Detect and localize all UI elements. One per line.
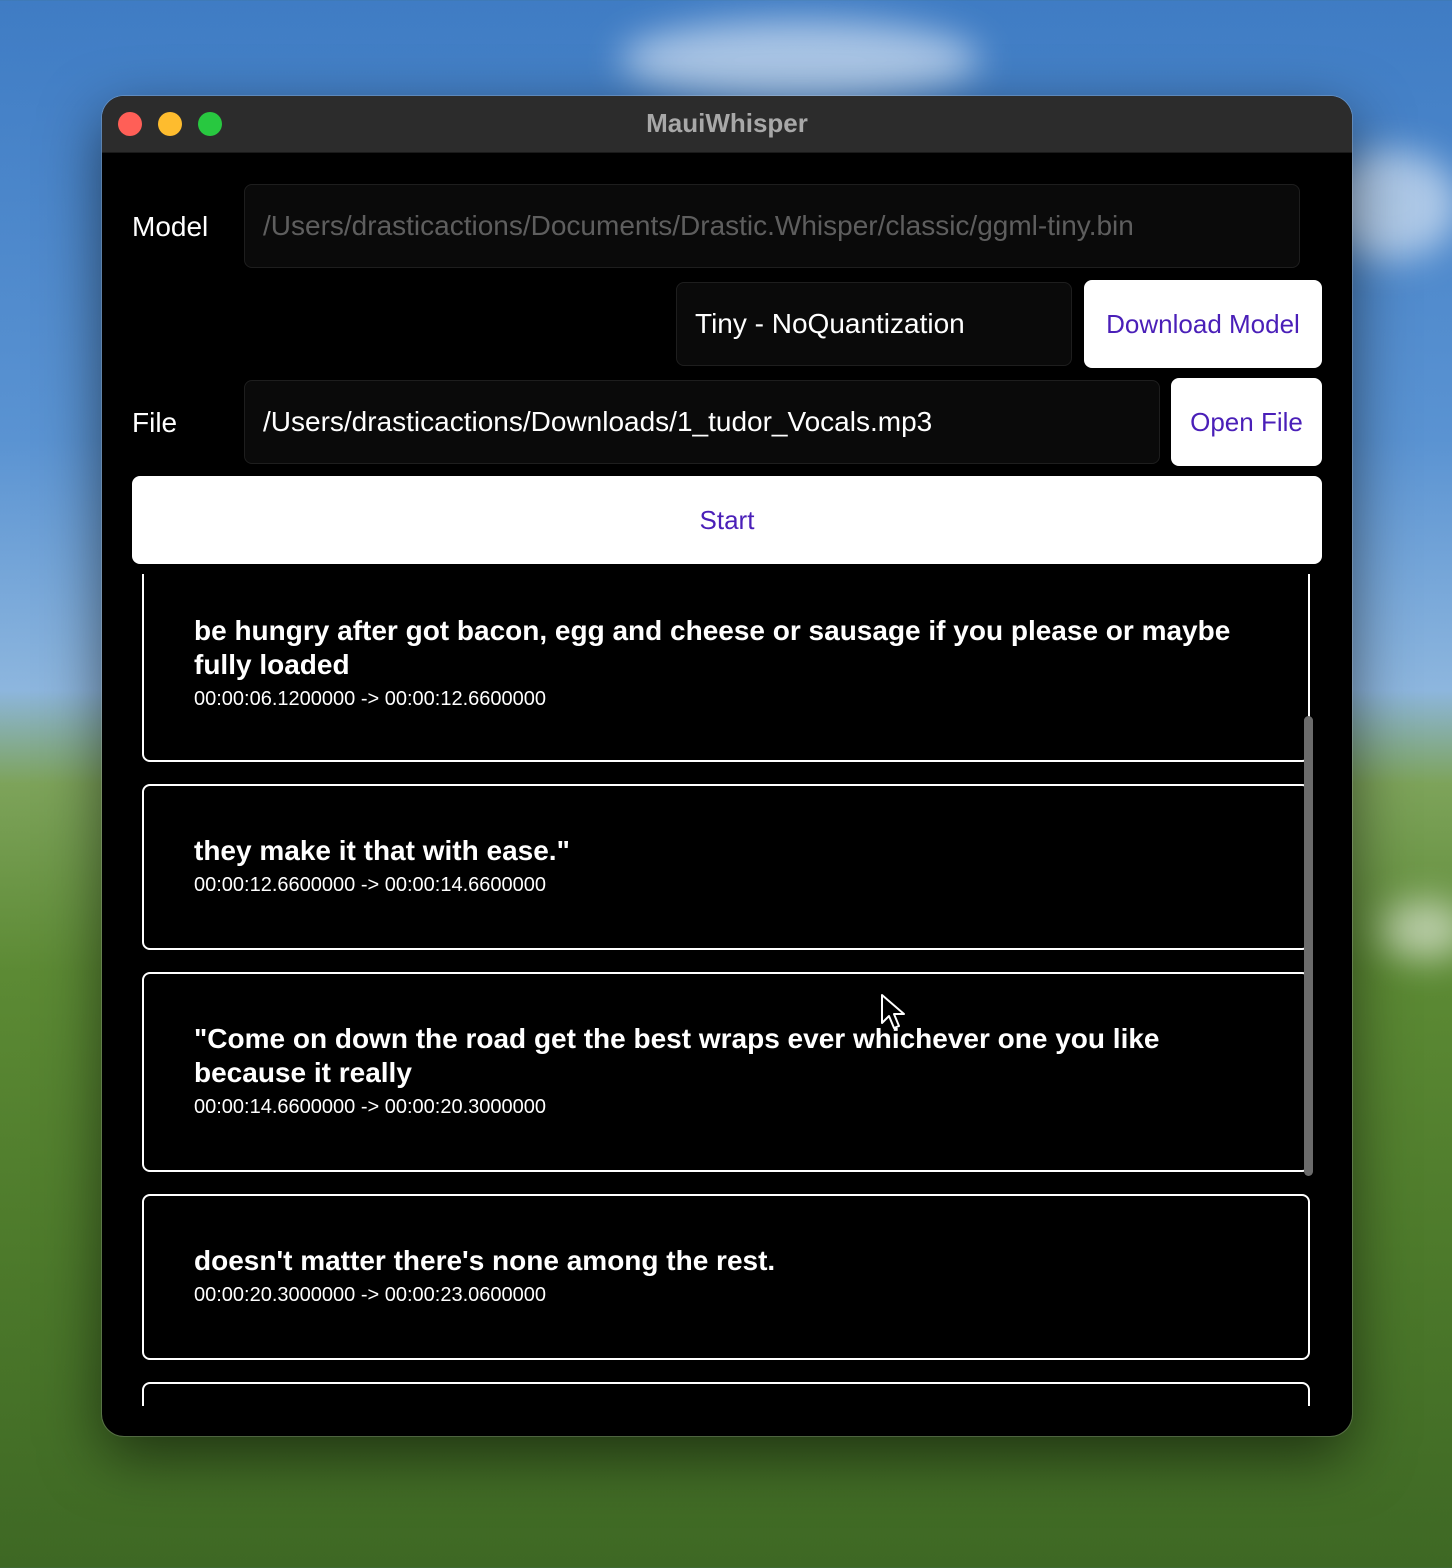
transcript-segment: they make it that with ease." 00:00:12.6…	[142, 784, 1310, 950]
segment-text: they make it that with ease."	[194, 835, 570, 866]
transcript-segment: doesn't matter there's none among the re…	[142, 1194, 1310, 1360]
transcript-segment: be hungry after got bacon, egg and chees…	[142, 574, 1310, 762]
download-model-button[interactable]: Download Model	[1084, 280, 1322, 368]
segment-text: doesn't matter there's none among the re…	[194, 1245, 776, 1276]
start-button[interactable]: Start	[132, 476, 1322, 564]
model-path-input[interactable]: /Users/drasticactions/Documents/Drastic.…	[244, 184, 1300, 268]
app-window: MauiWhisper Model /Users/drasticactions/…	[102, 96, 1352, 1436]
title-bar[interactable]: MauiWhisper	[102, 96, 1352, 153]
mouse-pointer-icon	[881, 994, 905, 1029]
transcript-segment: "Come on down the road get the best wrap…	[142, 972, 1310, 1172]
transcript-list[interactable]: be hungry after got bacon, egg and chees…	[132, 574, 1322, 1406]
segment-text: "Come on down the road get the best wrap…	[194, 1023, 1160, 1088]
model-select[interactable]: Tiny - NoQuantization	[676, 282, 1072, 366]
model-label: Model	[132, 211, 209, 242]
segment-time: 00:00:14.6600000 -> 00:00:20.3000000	[194, 1096, 546, 1118]
file-path-input[interactable]: /Users/drasticactions/Downloads/1_tudor_…	[244, 380, 1160, 464]
segment-time: 00:00:06.1200000 -> 00:00:12.6600000	[194, 688, 546, 710]
wallpaper-cloud	[620, 20, 980, 100]
wallpaper-cloud	[1380, 900, 1452, 960]
transcript-segment	[142, 1382, 1310, 1406]
segment-time: 00:00:12.6600000 -> 00:00:14.6600000	[194, 874, 546, 896]
window-title: MauiWhisper	[646, 108, 808, 138]
segment-time: 00:00:20.3000000 -> 00:00:23.0600000	[194, 1284, 546, 1306]
segment-text: be hungry after got bacon, egg and chees…	[194, 615, 1231, 680]
open-file-button[interactable]: Open File	[1171, 378, 1322, 466]
file-label: File	[132, 407, 178, 438]
transcript-scrollbar[interactable]	[1304, 716, 1313, 1176]
